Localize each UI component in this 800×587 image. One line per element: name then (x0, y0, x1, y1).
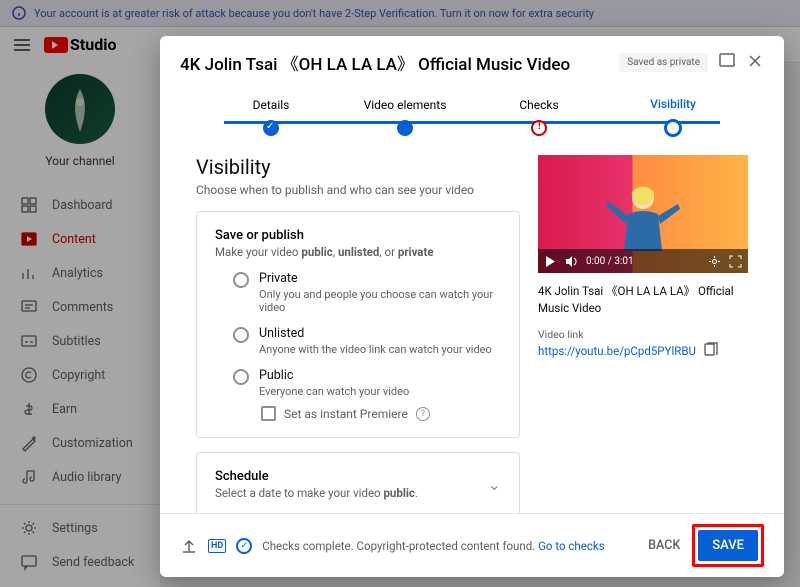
schedule-card[interactable]: Schedule Select a date to make your vide… (196, 452, 520, 513)
checkbox-icon (261, 406, 276, 421)
step-details[interactable]: Details (204, 98, 338, 136)
go-to-checks-link[interactable]: Go to checks (538, 539, 605, 553)
dialog-header: 4K Jolin Tsai 《OH LA LA LA》 Official Mus… (160, 36, 784, 89)
volume-icon[interactable] (565, 255, 578, 268)
footer-status: Checks complete. Copyright-protected con… (262, 539, 604, 553)
video-preview[interactable]: 0:00 / 3:01 (538, 155, 748, 273)
step-visibility[interactable]: Visibility (606, 97, 740, 137)
settings-icon[interactable] (708, 255, 721, 268)
radio-icon (233, 327, 249, 343)
hd-badge: HD (208, 539, 226, 553)
step-checks[interactable]: Checks (472, 98, 606, 136)
option-unlisted[interactable]: UnlistedAnyone with the video link can w… (233, 326, 501, 356)
feedback-icon[interactable] (718, 52, 736, 74)
option-private[interactable]: PrivateOnly you and people you choose ca… (233, 271, 501, 314)
upload-icon (180, 537, 198, 555)
dialog-footer: HD ✓ Checks complete. Copyright-protecte… (160, 513, 784, 577)
video-link-label: Video link (538, 328, 748, 341)
radio-icon (233, 369, 249, 385)
help-icon[interactable]: ? (416, 407, 430, 421)
playback-time: 0:00 / 3:01 (586, 256, 634, 267)
back-button[interactable]: BACK (648, 538, 680, 553)
visibility-heading: Visibility (196, 155, 520, 179)
save-publish-card: Save or publish Make your video public, … (196, 211, 520, 438)
video-upload-dialog: 4K Jolin Tsai 《OH LA LA LA》 Official Mus… (160, 36, 784, 577)
dialog-title: 4K Jolin Tsai 《OH LA LA LA》 Official Mus… (180, 50, 609, 75)
chevron-down-icon: ⌄ (488, 475, 501, 494)
save-status-chip: Saved as private (619, 53, 708, 72)
copy-icon[interactable] (702, 341, 718, 361)
save-publish-title: Save or publish (215, 228, 501, 243)
video-controls: 0:00 / 3:01 (538, 249, 748, 273)
preview-title: 4K Jolin Tsai 《OH LA LA LA》 Official Mus… (538, 283, 748, 318)
save-button-highlight: SAVE (692, 524, 764, 567)
step-elements[interactable]: Video elements (338, 98, 472, 136)
close-icon[interactable] (746, 52, 764, 74)
save-publish-sub: Make your video public, unlisted, or pri… (215, 245, 501, 259)
check-icon: ✓ (236, 538, 252, 554)
visibility-subtext: Choose when to publish and who can see y… (196, 183, 520, 197)
play-icon[interactable] (544, 255, 557, 268)
option-public[interactable]: PublicEveryone can watch your video (233, 368, 501, 398)
stepper: Details Video elements Checks Visibility (160, 89, 784, 155)
video-link[interactable]: https://youtu.be/pCpd5PYlRBU (538, 344, 696, 358)
instant-premiere-option[interactable]: Set as instant Premiere ? (261, 406, 501, 421)
save-button[interactable]: SAVE (698, 530, 758, 561)
radio-icon (233, 272, 249, 288)
fullscreen-icon[interactable] (729, 255, 742, 268)
